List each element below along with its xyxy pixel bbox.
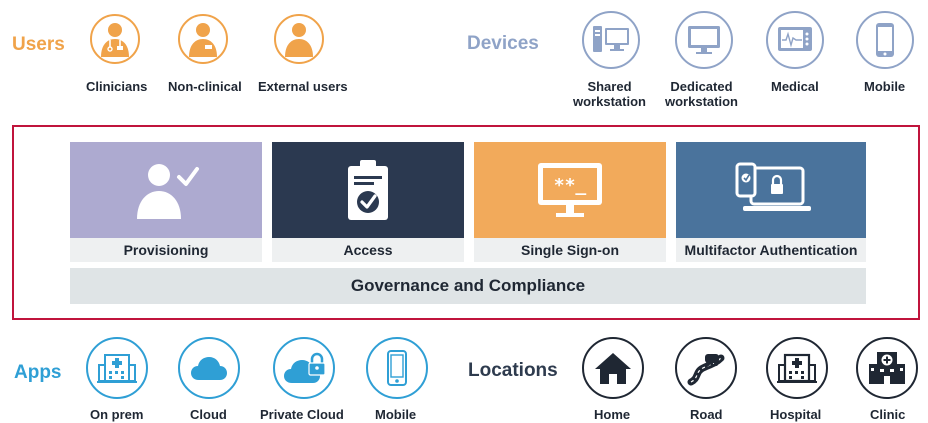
devices-item-label-line1: Shared (587, 79, 632, 94)
users-item-label: External users (258, 79, 348, 94)
tile-label-access: Access (272, 238, 464, 262)
locations-item-label: Clinic (870, 407, 906, 422)
locations-item-label: Hospital (770, 407, 822, 422)
mobile-phone-icon (366, 337, 428, 399)
devices-item-label: Mobile (864, 79, 905, 94)
users-item-label: Clinicians (86, 79, 148, 94)
users-item-label: Non-clinical (168, 79, 242, 94)
person-icon (274, 14, 324, 64)
hospital-icon (766, 337, 828, 399)
provisioning-tile (70, 142, 262, 238)
devices-item-label-line1: Medical (771, 79, 819, 94)
governance-bar: Governance and Compliance (70, 268, 866, 304)
medical-monitor-icon (766, 11, 824, 69)
locations-item-label: Road (690, 407, 723, 422)
tile-label-single-sign-on: Single Sign-on (474, 238, 666, 262)
shared-workstation-icon (582, 11, 640, 69)
devices-item-label: Dedicated workstation (665, 79, 738, 109)
apps-item-label: Private Cloud (260, 407, 344, 422)
clipboard-check-icon (348, 160, 388, 220)
devices-item-label-line2: workstation (665, 94, 738, 109)
password-monitor-icon: **_ (538, 163, 602, 217)
monitor-icon (675, 11, 733, 69)
cloud-icon (178, 337, 240, 399)
clinic-icon (856, 337, 918, 399)
devices-label: Devices (467, 33, 539, 54)
users-label: Users (12, 34, 65, 55)
devices-item-label: Shared workstation (573, 79, 646, 109)
apps-label: Apps (14, 362, 62, 383)
hospital-building-icon (86, 337, 148, 399)
car-road-icon (675, 337, 737, 399)
clinician-icon (90, 14, 140, 64)
access-tile (272, 142, 464, 238)
devices-item-label-line1: Mobile (864, 79, 906, 94)
devices-item-label-line1: Dedicated (670, 79, 733, 94)
badge-person-icon (178, 14, 228, 64)
apps-item-label: Mobile (375, 407, 417, 422)
devices-item-label: Medical (771, 79, 819, 94)
house-icon (582, 337, 644, 399)
cloud-lock-icon (273, 337, 335, 399)
locations-item-label: Home (594, 407, 631, 422)
multifactor-authentication-tile (676, 142, 866, 238)
tile-label-multifactor-authentication: Multifactor Authentication (676, 238, 866, 262)
tile-label-provisioning: Provisioning (70, 238, 262, 262)
person-check-icon (137, 164, 199, 219)
phone-laptop-lock-icon (735, 162, 811, 211)
locations-label: Locations (468, 360, 558, 381)
mobile-phone-icon (856, 11, 914, 69)
password-text: **_ (554, 175, 587, 196)
apps-item-label: On prem (90, 407, 144, 422)
apps-item-label: Cloud (190, 407, 227, 422)
devices-item-label-line2: workstation (573, 94, 646, 109)
single-sign-on-tile: **_ (474, 142, 666, 238)
